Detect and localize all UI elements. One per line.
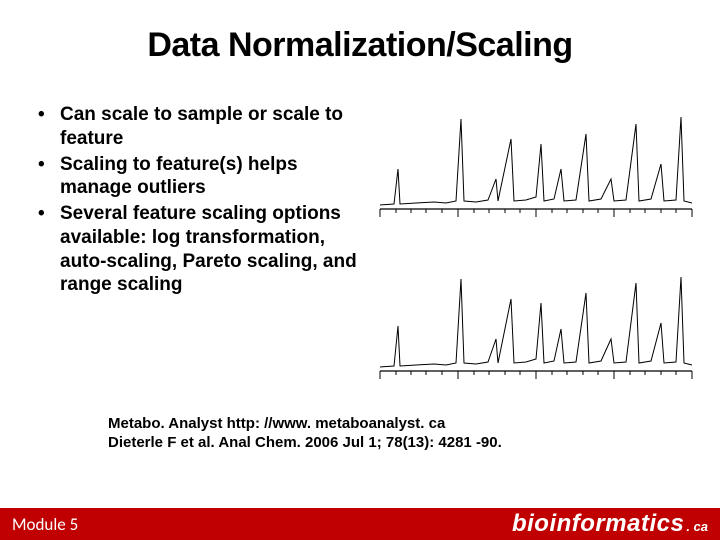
brand-suffix-text: . ca — [686, 519, 708, 534]
spectra-column — [368, 103, 700, 391]
bullet-item: Scaling to feature(s) helps manage outli… — [38, 153, 368, 201]
bullet-list: Can scale to sample or scale to feature … — [38, 103, 368, 391]
brand-logo: bioinformatics . ca — [512, 510, 708, 538]
module-label: Module 5 — [12, 514, 78, 535]
spectrum-plot-bottom — [376, 271, 696, 391]
citation-line: Dieterle F et al. Anal Chem. 2006 Jul 1;… — [108, 434, 720, 453]
slide-title: Data Normalization/Scaling — [0, 0, 720, 65]
citation-line: Metabo. Analyst http: //www. metaboanaly… — [108, 415, 720, 434]
spectrum-plot-top — [376, 109, 696, 229]
citation-block: Metabo. Analyst http: //www. metaboanaly… — [0, 415, 720, 453]
content-area: Can scale to sample or scale to feature … — [0, 103, 720, 391]
bullet-item: Can scale to sample or scale to feature — [38, 103, 368, 151]
footer-bar: Module 5 bioinformatics . ca — [0, 508, 720, 540]
brand-main-text: bioinformatics — [512, 510, 684, 538]
bullet-item: Several feature scaling options availabl… — [38, 202, 368, 297]
